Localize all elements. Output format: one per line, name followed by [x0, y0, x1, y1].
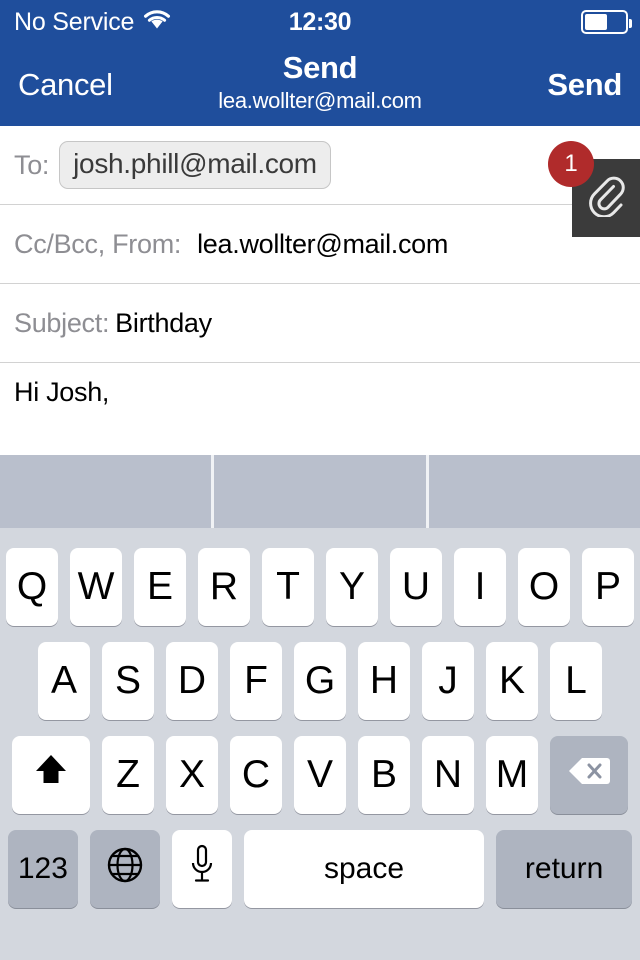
key-e[interactable]: E — [134, 548, 186, 626]
key-p[interactable]: P — [582, 548, 634, 626]
suggestion-cell[interactable] — [211, 455, 425, 528]
clock-label: 12:30 — [288, 7, 352, 36]
send-button[interactable]: Send — [547, 67, 622, 103]
keyboard-row-1: Q W E R T Y U I O P — [0, 540, 640, 634]
space-key[interactable]: space — [243, 830, 485, 908]
subject-field-row[interactable]: Subject: Birthday — [0, 284, 640, 363]
paperclip-icon — [587, 175, 625, 222]
key-d[interactable]: D — [166, 642, 218, 720]
mail-body-area[interactable]: Hi Josh, — [0, 363, 640, 455]
attachment-count-badge: 1 — [548, 141, 594, 187]
globe-key[interactable] — [89, 830, 160, 908]
key-a[interactable]: A — [38, 642, 90, 720]
predictive-suggestion-bar — [0, 455, 640, 528]
attachment-button[interactable]: 1 — [548, 141, 640, 237]
to-field-row[interactable]: To: josh.phill@mail.com — [0, 126, 640, 205]
battery-icon — [581, 10, 632, 34]
key-y[interactable]: Y — [326, 548, 378, 626]
suggestion-cell[interactable] — [425, 455, 640, 528]
key-f[interactable]: F — [230, 642, 282, 720]
status-bar-right — [581, 0, 632, 44]
return-key[interactable]: return — [496, 830, 632, 908]
key-c[interactable]: C — [230, 736, 282, 814]
recipient-chip[interactable]: josh.phill@mail.com — [59, 141, 331, 189]
key-u[interactable]: U — [390, 548, 442, 626]
to-label: To: — [14, 149, 50, 180]
key-n[interactable]: N — [422, 736, 474, 814]
key-m[interactable]: M — [486, 736, 538, 814]
status-bar: No Service 12:30 — [0, 0, 640, 44]
navigation-bar: Cancel Send lea.wollter@mail.com Send — [0, 44, 640, 126]
key-w[interactable]: W — [70, 548, 122, 626]
cc-bcc-from-field-row[interactable]: Cc/Bcc, From: lea.wollter@mail.com — [0, 205, 640, 284]
keyboard-row-4: 123 space return — [0, 822, 640, 916]
key-o[interactable]: O — [518, 548, 570, 626]
dictation-key[interactable] — [171, 830, 232, 908]
from-address-value: lea.wollter@mail.com — [197, 228, 449, 259]
key-h[interactable]: H — [358, 642, 410, 720]
shift-icon — [31, 750, 71, 800]
page-subtitle: lea.wollter@mail.com — [218, 88, 422, 113]
battery-fill — [585, 14, 607, 30]
globe-icon — [104, 844, 146, 894]
cc-bcc-from-label: Cc/Bcc, From: — [14, 228, 182, 259]
shift-key[interactable] — [12, 736, 90, 814]
numeric-keyboard-key[interactable]: 123 — [8, 830, 78, 908]
keyboard-row-3: Z X C V B N M — [0, 728, 640, 822]
page-title: Send — [282, 50, 358, 85]
key-k[interactable]: K — [486, 642, 538, 720]
suggestion-cell[interactable] — [0, 455, 211, 528]
navigation-title-group: Send lea.wollter@mail.com — [0, 52, 640, 112]
key-q[interactable]: Q — [6, 548, 58, 626]
microphone-icon — [187, 842, 217, 896]
key-z[interactable]: Z — [102, 736, 154, 814]
keyboard-rows: Q W E R T Y U I O P A S D F G H J K L Z … — [0, 528, 640, 916]
key-g[interactable]: G — [294, 642, 346, 720]
subject-value: Birthday — [115, 307, 212, 338]
backspace-icon — [567, 753, 611, 797]
backspace-key[interactable] — [550, 736, 628, 814]
key-j[interactable]: J — [422, 642, 474, 720]
subject-label: Subject: — [14, 307, 110, 338]
body-text: Hi Josh, — [14, 377, 110, 407]
compose-fields: To: josh.phill@mail.com Cc/Bcc, From: le… — [0, 126, 640, 363]
key-r[interactable]: R — [198, 548, 250, 626]
key-s[interactable]: S — [102, 642, 154, 720]
key-t[interactable]: T — [262, 548, 314, 626]
on-screen-keyboard: Q W E R T Y U I O P A S D F G H J K L Z … — [0, 455, 640, 960]
key-b[interactable]: B — [358, 736, 410, 814]
compose-mail-screen: No Service 12:30 Cancel Send lea.wollter… — [0, 0, 640, 960]
key-v[interactable]: V — [294, 736, 346, 814]
key-i[interactable]: I — [454, 548, 506, 626]
key-x[interactable]: X — [166, 736, 218, 814]
key-l[interactable]: L — [550, 642, 602, 720]
keyboard-row-2: A S D F G H J K L — [0, 634, 640, 728]
